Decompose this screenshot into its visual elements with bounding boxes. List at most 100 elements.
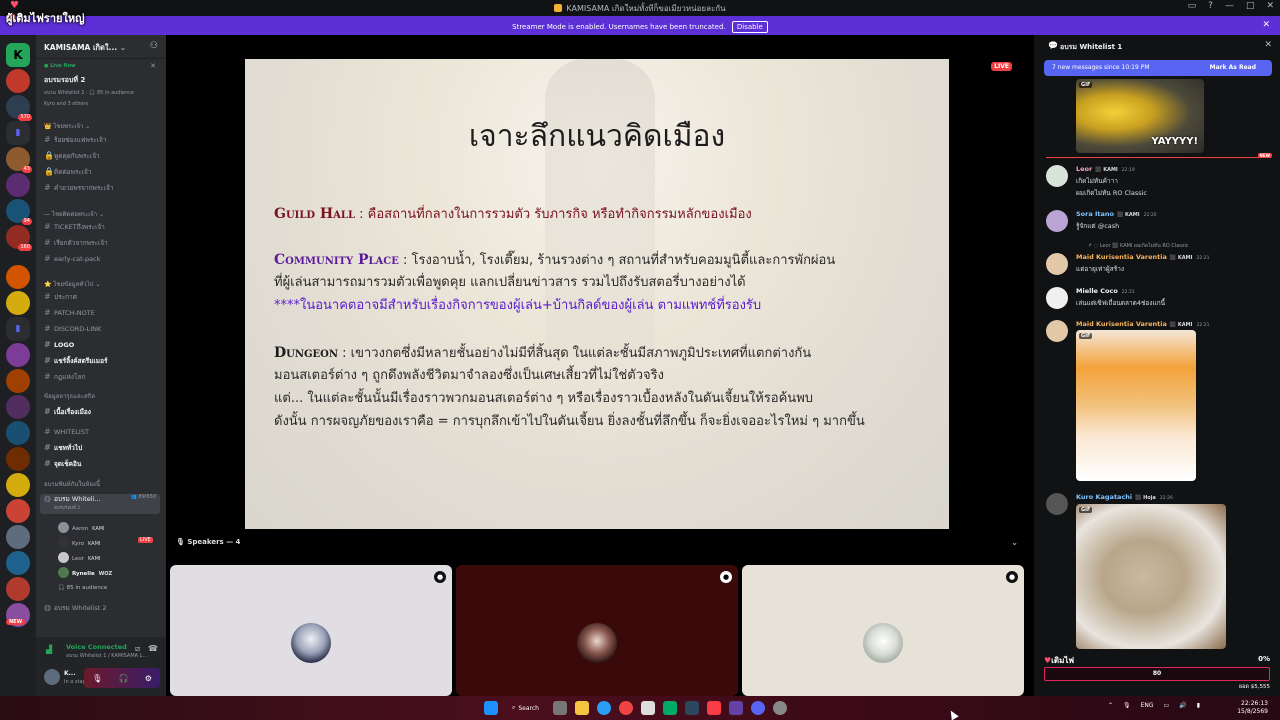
add-member-icon[interactable]: ⚇ [150, 41, 158, 51]
channel-item[interactable]: # WHITELIST [44, 427, 89, 436]
server-icon[interactable] [6, 173, 30, 197]
author-name[interactable]: Leor ⬛ KAMI 22:19 [1076, 165, 1135, 173]
speaker-tile[interactable]: ● [170, 565, 452, 696]
server-icon[interactable] [6, 525, 30, 549]
voice-user[interactable]: Leor KAMI [58, 552, 100, 563]
language-indicator[interactable]: ENG [1141, 702, 1154, 709]
avatar[interactable] [1046, 287, 1068, 309]
author-name[interactable]: Kuro Kagatachi ⬛ Hoja 22:26 [1076, 493, 1173, 501]
server-icon[interactable] [6, 69, 30, 93]
server-icon[interactable]: 160 [6, 225, 32, 251]
taskbar-search[interactable]: ⌕ Search [506, 704, 545, 712]
author-name[interactable]: Maid Kurisentia Varentia ⬛ KAMI 22:21 [1076, 320, 1209, 328]
help-icon[interactable]: ? [1208, 1, 1213, 11]
more-options-icon[interactable]: ● [720, 571, 732, 583]
close-button[interactable]: ✕ [1266, 1, 1274, 11]
folder-icon[interactable]: ▮ [6, 121, 30, 145]
server-icon[interactable] [6, 473, 30, 497]
obs-icon[interactable] [773, 701, 787, 715]
mic-icon[interactable]: 🎙 [1123, 702, 1131, 709]
close-icon[interactable]: ✕ [1264, 40, 1272, 50]
category-header[interactable]: — ไชยติดต่อพระเจ้า ⌄ [44, 209, 104, 219]
user-row[interactable]: K... In a stage 🎙 🎧 ⚙ [40, 665, 162, 691]
author-name[interactable]: Maid Kurisentia Varentia ⬛ KAMI 22:21 [1076, 253, 1209, 261]
speakers-header[interactable]: 🎙 Speakers — 4 ⌄ [166, 538, 1034, 554]
server-icon[interactable]: 94 [6, 199, 32, 225]
category-header[interactable]: อบรมพินท์กันในห้องนี้ [44, 479, 100, 489]
folder-icon[interactable]: ▮ [6, 317, 30, 341]
gear-icon[interactable]: ⚙ [145, 674, 152, 683]
category-header[interactable]: ข้อมูลอารุธและสกิล [44, 391, 95, 401]
avatar[interactable] [1046, 493, 1068, 515]
server-icon[interactable] [6, 369, 30, 393]
store-icon[interactable] [641, 701, 655, 715]
inbox-icon[interactable]: ▭ [1188, 1, 1197, 11]
channel-item[interactable]: # แชร์ลิ้งค์สตรีมเมอร์ [44, 356, 107, 366]
voice-channel-active[interactable]: ◍ อบรม Whiteli... 👥 89/650 อบรมรอบที่ 2 [40, 494, 160, 514]
steam-icon[interactable] [685, 701, 699, 715]
server-icon[interactable] [6, 499, 30, 523]
server-icon[interactable] [6, 265, 30, 289]
server-icon[interactable] [6, 343, 30, 367]
edge-icon[interactable] [597, 701, 611, 715]
channel-item[interactable]: # DISCORD-LINK [44, 324, 101, 333]
minimize-button[interactable]: — [1225, 1, 1234, 11]
music-icon[interactable] [707, 701, 721, 715]
close-icon[interactable]: ✕ [1262, 20, 1270, 30]
channel-item[interactable]: # ประกาศ [44, 292, 77, 302]
stage-title[interactable]: อบรมรอบที่ 2 [44, 75, 85, 86]
new-messages-bar[interactable]: 7 new messages since 10:19 PM Mark As Re… [1044, 60, 1272, 76]
category-header[interactable]: 👑 ไชยพระเจ้า ⌄ [44, 121, 90, 131]
gif-image[interactable]: GIF [1076, 330, 1196, 481]
server-icon[interactable] [6, 577, 30, 601]
server-icon[interactable]: 43 [6, 147, 32, 173]
maximize-button[interactable]: □ [1246, 1, 1255, 11]
channel-item[interactable]: 🔒พูดคุยกับพระเจ้า [44, 151, 100, 161]
server-icon[interactable] [6, 395, 30, 419]
avatar[interactable] [1046, 210, 1068, 232]
close-icon[interactable]: ✕ [150, 62, 156, 70]
disconnect-icon[interactable]: ☎ [148, 644, 158, 654]
noise-suppression-icon[interactable]: ⧄ [135, 644, 140, 654]
server-header[interactable]: KAMISAMA เกิดใ... ⌄ ⚇ [36, 35, 166, 59]
terminal-icon[interactable] [663, 701, 677, 715]
mic-icon[interactable]: 🎙 [92, 674, 102, 683]
channel-item[interactable]: ◍ อบรม Whitelist 2 [44, 603, 107, 613]
server-icon[interactable] [6, 551, 30, 575]
server-icon[interactable]: 570 [6, 95, 32, 121]
channel-item[interactable]: # แชททั่วไป [44, 443, 82, 453]
voice-user[interactable]: Rynelle WOZ [58, 567, 112, 578]
server-icon[interactable] [6, 291, 30, 315]
channel-item[interactable]: # เนื้อเรื่องเมือง [44, 407, 91, 417]
discord-icon[interactable] [751, 701, 765, 715]
headphones-icon[interactable]: 🎧 [119, 674, 129, 683]
channel-item[interactable]: # จุดเช็คอิน [44, 459, 81, 469]
mark-as-read-button[interactable]: Mark As Read [1210, 64, 1256, 71]
disable-streamer-button[interactable]: Disable [731, 21, 768, 33]
channel-item[interactable]: # ร้อยซ่องแฟพระเจ้า [44, 135, 106, 145]
channel-item[interactable]: # PATCH-NOTE [44, 308, 95, 317]
channel-item[interactable]: # กฎแห่งโลก [44, 372, 85, 382]
kick-server-icon[interactable]: K [6, 43, 30, 67]
speaker-tile[interactable]: ● [456, 565, 738, 696]
channel-item[interactable]: # TICKETถึงพระเจ้า [44, 222, 105, 232]
channel-item[interactable]: # คำอวยพรจากพระเจ้า [44, 183, 113, 193]
task-view-icon[interactable] [553, 701, 567, 715]
channel-item[interactable]: # LOGO [44, 340, 74, 349]
chrome-icon[interactable] [619, 701, 633, 715]
chevron-down-icon[interactable]: ⌄ [1011, 538, 1018, 547]
gif-image[interactable]: GIF YAYYYY! [1076, 79, 1204, 153]
volume-icon[interactable]: 🔊 [1179, 702, 1186, 709]
avatar[interactable] [1046, 253, 1068, 275]
app-icon[interactable] [729, 701, 743, 715]
gif-image[interactable]: GIF [1076, 504, 1226, 649]
speaker-tile[interactable]: ● [742, 565, 1024, 696]
voice-user[interactable]: Kyro KAMI LIVE [58, 537, 153, 548]
server-icon[interactable] [6, 447, 30, 471]
windows-start-icon[interactable] [484, 701, 498, 715]
screen-share-slide[interactable]: เจาะลึกแนวคิดเมือง Guild Hall : คือสถานท… [245, 59, 949, 529]
channel-item[interactable]: 🔒ติดต่อพระเจ้า [44, 167, 92, 177]
chevron-up-icon[interactable]: ⌃ [1108, 702, 1113, 709]
channel-item[interactable]: # early-cat-pack [44, 254, 100, 263]
author-name[interactable]: Sora Itano ⬛ KAMI 22:20 [1076, 210, 1157, 218]
